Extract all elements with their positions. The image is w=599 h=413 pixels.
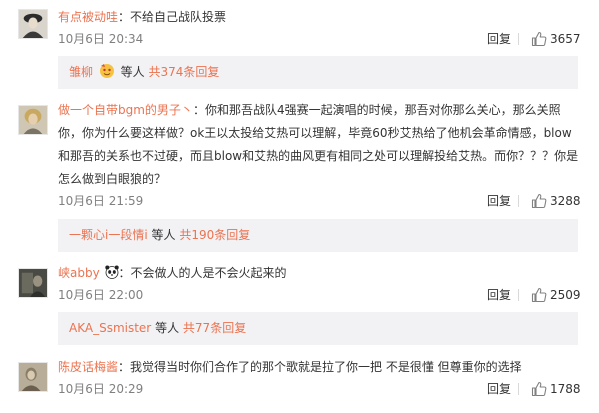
sub-reply-summary[interactable]: 一颗心i一段情i 等人 共190条回复 [58,219,578,252]
sub-reply-user[interactable]: AKA_Ssmister [69,321,151,335]
sub-reply-user[interactable]: 一颗心i一段情i [69,228,148,242]
sub-reply-mid: 等人 [120,65,145,79]
separator: ： [192,103,205,117]
avatar[interactable] [18,105,48,135]
comment-meta: 10月6日 20:34 回复 3657 [58,30,581,48]
comment-time: 10月6日 20:34 [58,32,144,46]
comment-body: 有点被动哇：不给自己战队投票 [58,6,583,29]
avatar-vintage-portrait-icon [19,10,47,38]
avatar-blonde-person-icon [19,106,47,134]
sub-reply-user[interactable]: 雏柳 [69,65,93,79]
divider [518,195,519,207]
separator: ： [118,266,131,280]
thumbs-up-icon [531,287,547,303]
comment-username[interactable]: 有点被动哇 [58,10,118,24]
avatar-sepia-photo-icon [19,363,47,391]
reply-button[interactable]: 回复 [487,380,511,398]
sub-reply-count[interactable]: 共77条回复 [183,321,246,335]
like-count: 3288 [550,194,581,208]
avatar[interactable] [18,9,48,39]
comment-meta: 10月6日 21:59 回复 3288 [58,192,581,210]
separator: ： [118,10,131,24]
sub-reply-mid: 等人 [155,321,180,335]
sub-reply-count[interactable]: 共374条回复 [149,65,220,79]
comment-body: 做一个自带bgm的男子丶：你和那吾战队4强赛一起演唱的时候，那吾对你那么关心，那… [58,99,583,191]
avatar-dark-photo-icon [19,269,47,297]
comment-username[interactable]: 峡abby [58,266,100,280]
comment-text: 我觉得当时你们合作了的那个歌就是拉了你一把 不是很懂 但尊重你的选择 [130,360,522,374]
avatar[interactable] [18,362,48,392]
like-count: 1788 [550,382,581,396]
comment-body: 峡abby ：不会做人的人是不会火起来的 [58,262,583,285]
divider [518,289,519,301]
comment-text: 不给自己战队投票 [130,10,227,24]
comment-time: 10月6日 21:59 [58,194,144,208]
sub-reply-mid: 等人 [151,228,176,242]
thumbs-up-icon [531,31,547,47]
comment-meta: 10月6日 22:00 回复 2509 [58,286,581,304]
avatar[interactable] [18,268,48,298]
divider [518,33,519,45]
sub-reply-summary[interactable]: 雏柳 等人 共374条回复 [58,56,578,89]
comment-username[interactable]: 做一个自带bgm的男子丶 [58,103,193,117]
separator: ： [118,360,131,374]
comment-meta: 10月6日 20:29 回复 1788 [58,380,581,398]
comment-time: 10月6日 20:29 [58,382,144,396]
divider [518,383,519,395]
thumbs-up-icon [531,381,547,397]
comment-body: 陈皮话梅酱：我觉得当时你们合作了的那个歌就是拉了你一把 不是很懂 但尊重你的选择 [58,356,583,379]
like-count: 2509 [550,288,581,302]
comment-text: 不会做人的人是不会火起来的 [130,266,287,280]
sub-reply-count[interactable]: 共190条回复 [179,228,250,242]
reply-button[interactable]: 回复 [487,192,511,210]
thumbs-up-icon [531,193,547,209]
reply-button[interactable]: 回复 [487,286,511,304]
like-count: 3657 [550,32,581,46]
comment-username[interactable]: 陈皮话梅酱 [58,360,118,374]
panda-emoji-icon [104,265,119,279]
sub-reply-summary[interactable]: AKA_Ssmister 等人 共77条回复 [58,312,578,345]
comment-time: 10月6日 22:00 [58,288,144,302]
reply-button[interactable]: 回复 [487,30,511,48]
emoji-badge-icon [99,64,114,78]
